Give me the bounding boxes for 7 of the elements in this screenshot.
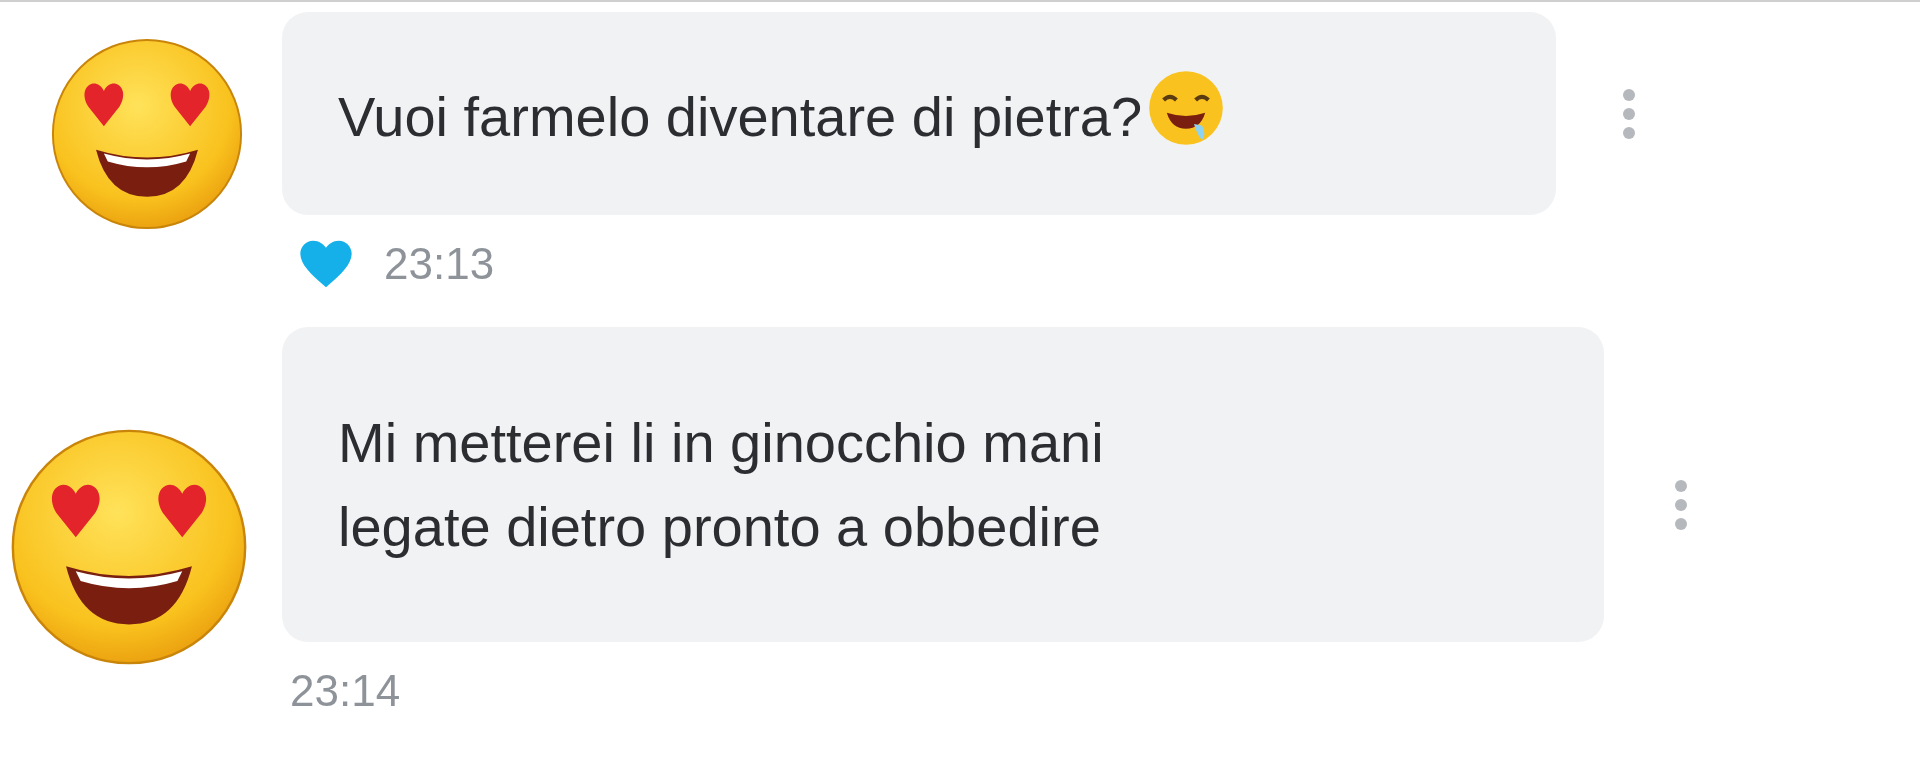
more-options-icon[interactable] bbox=[1622, 87, 1636, 140]
message-text: Mi metterei li in ginocchio mani legate dietro pronto a obbedire bbox=[338, 409, 1104, 560]
message-time: 23:13 bbox=[384, 238, 495, 290]
heart-icon[interactable] bbox=[298, 238, 354, 290]
more-options-icon[interactable] bbox=[1674, 478, 1688, 531]
message-time: 23:14 bbox=[290, 665, 401, 717]
message-text: Vuoi farmelo diventare di pietra? bbox=[338, 68, 1227, 159]
